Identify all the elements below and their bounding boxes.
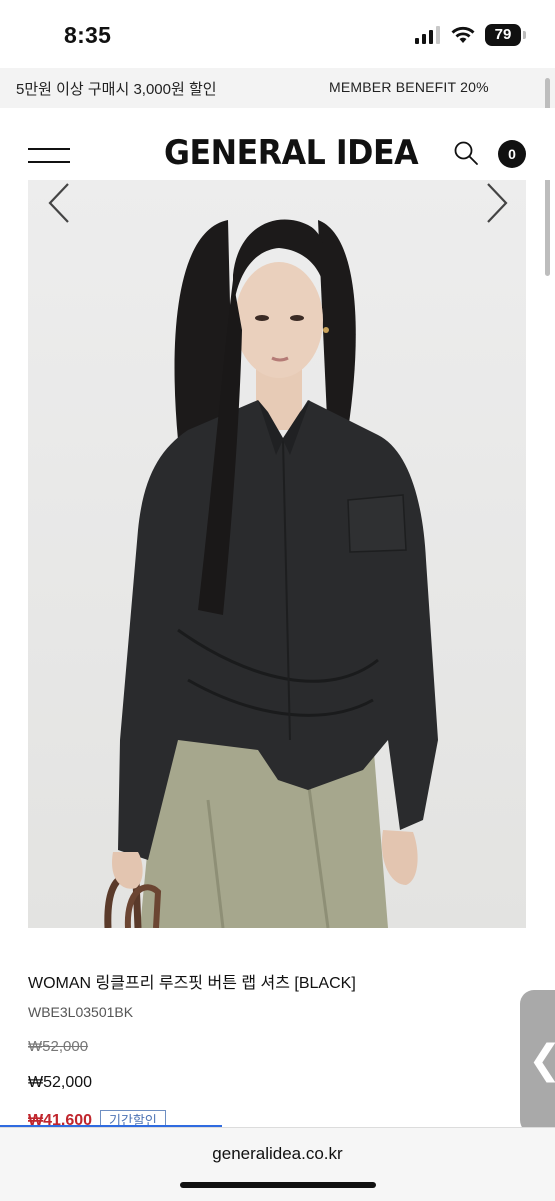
price-original: ₩52,000 <box>28 1038 89 1055</box>
status-bar: 8:35 79 <box>0 0 555 68</box>
promo-discount-text[interactable]: 5만원 이상 구매시 3,000원 할인 <box>16 78 217 99</box>
search-icon[interactable] <box>453 140 479 166</box>
wifi-icon <box>451 26 475 43</box>
site-header: GENERAL IDEA 0 <box>0 108 555 180</box>
battery-icon: 79 <box>485 24 526 46</box>
promo-bar: 5만원 이상 구매시 3,000원 할인 MEMBER BENEFIT 20% <box>0 68 555 108</box>
product-photo <box>104 219 438 928</box>
product-code: WBE3L03501BK <box>28 1004 134 1020</box>
price-current: ₩52,000 <box>28 1074 93 1091</box>
product-title: WOMAN 링클프리 루즈핏 버튼 랩 셔츠 [BLACK] <box>28 975 356 992</box>
chevron-left-icon[interactable] <box>44 180 74 226</box>
side-drawer-tab[interactable]: ❮ <box>520 990 555 1134</box>
chevron-right-icon[interactable] <box>482 180 512 226</box>
product-image[interactable] <box>28 180 526 928</box>
signal-icon <box>415 26 440 44</box>
site-logo[interactable]: GENERAL IDEA <box>164 133 419 173</box>
home-indicator <box>180 1182 376 1188</box>
browser-toolbar <box>0 1127 555 1201</box>
cart-count-badge[interactable]: 0 <box>498 140 526 168</box>
promo-member-benefit-text[interactable]: MEMBER BENEFIT 20% <box>329 79 489 95</box>
status-time: 8:35 <box>64 22 112 48</box>
menu-icon[interactable] <box>28 148 70 164</box>
url-bar[interactable]: generalidea.co.kr <box>0 1144 555 1164</box>
chevron-left-tab-icon: ❮ <box>528 1036 555 1084</box>
status-icons: 79 <box>415 24 526 46</box>
